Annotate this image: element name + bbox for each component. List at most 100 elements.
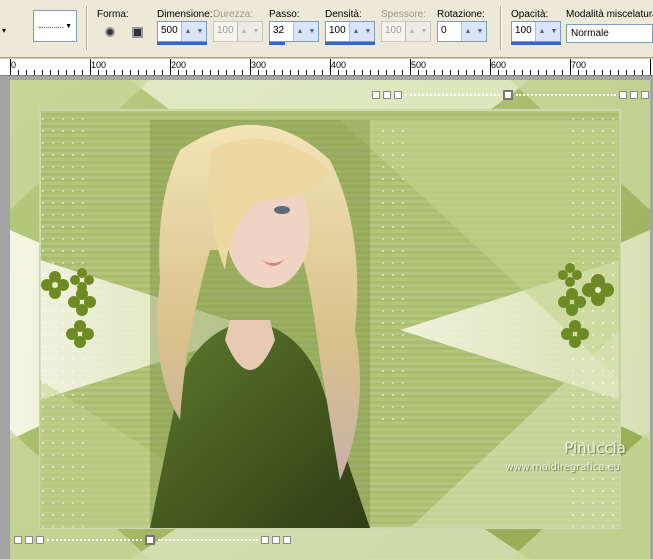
ruler-label: 200 <box>171 60 187 70</box>
deco-dotted-line <box>158 539 258 541</box>
deco-square <box>272 536 280 544</box>
ruler-tick <box>330 59 331 75</box>
ruler-tick <box>522 70 523 75</box>
canvas-workspace[interactable]: Pinuccia www.maidiregrafica.eu <box>0 76 653 559</box>
stepper-arrows-icon[interactable]: ▲ ▼ <box>461 22 486 41</box>
ruler-tick <box>482 70 483 75</box>
hardness-value: 100 <box>217 25 234 36</box>
density-slider-bar[interactable] <box>325 42 375 45</box>
ruler-tick <box>202 70 203 75</box>
rotation-stepper[interactable]: 0 ▲ ▼ <box>437 21 487 42</box>
deco-dotted-line <box>516 94 616 96</box>
ruler-label: 500 <box>411 60 427 70</box>
ruler-tick <box>490 59 491 75</box>
stepper-arrows-icon[interactable]: ▲ ▼ <box>349 22 374 41</box>
ruler-label: 300 <box>251 60 267 70</box>
ruler-tick <box>138 70 139 75</box>
ruler-tick <box>626 70 627 75</box>
ruler-tick <box>506 70 507 75</box>
ruler-tick <box>234 70 235 75</box>
opacity-value: 100 <box>515 25 532 36</box>
rotation-value: 0 <box>441 25 447 36</box>
round-brush-button[interactable] <box>100 23 120 41</box>
step-label: Passo: <box>269 9 300 20</box>
deco-square <box>261 536 269 544</box>
opacity-stepper[interactable]: 100 ▲ ▼ <box>511 21 561 45</box>
brush-preview-line <box>39 27 63 28</box>
size-label: Dimensione: <box>157 9 213 20</box>
toolbar-separator <box>86 6 88 50</box>
ruler-tick <box>578 70 579 75</box>
ruler-tick <box>58 70 59 75</box>
image-canvas[interactable]: Pinuccia www.maidiregrafica.eu <box>10 80 650 559</box>
square-brush-button[interactable] <box>127 23 147 41</box>
stepper-arrows-icon[interactable]: ▲ ▼ <box>535 22 560 41</box>
toolbar-separator <box>500 6 502 50</box>
ruler-tick <box>610 70 611 75</box>
deco-dotted-line <box>405 94 500 96</box>
hardness-label: Durezza: <box>213 9 254 20</box>
deco-square <box>394 91 402 99</box>
watermark-url: www.maidiregrafica.eu <box>505 462 620 473</box>
step-slider-bar[interactable] <box>269 42 285 45</box>
ruler-tick <box>458 70 459 75</box>
deco-square <box>14 536 22 544</box>
thickness-value: 100 <box>385 25 402 36</box>
ruler-tick <box>154 70 155 75</box>
ruler-tick <box>226 70 227 75</box>
hardness-stepper: 100 ▲ ▼ <box>213 21 263 42</box>
opacity-slider-bar[interactable] <box>511 42 561 45</box>
stepper-arrows-icon[interactable]: ▲ ▼ <box>181 22 206 41</box>
ruler-tick <box>90 59 91 75</box>
ruler-tick <box>370 70 371 75</box>
ruler-tick <box>306 70 307 75</box>
deco-square <box>630 91 638 99</box>
ruler-tick <box>74 70 75 75</box>
thickness-label: Spessore: <box>381 9 427 20</box>
ruler-label: 600 <box>491 60 507 70</box>
ruler-tick <box>474 70 475 75</box>
ruler-tick <box>18 70 19 75</box>
deco-square <box>619 91 627 99</box>
tool-options-bar: ▾ ▼ Forma: Dimensione: 500 ▲ ▼ Durezza: 1… <box>0 0 653 58</box>
ruler-label: 100 <box>91 60 107 70</box>
ruler-tick <box>410 59 411 75</box>
ruler-tick <box>82 70 83 75</box>
ruler-tick <box>386 70 387 75</box>
density-label: Densità: <box>325 9 362 20</box>
ruler-tick <box>34 70 35 75</box>
ruler-tick <box>562 70 563 75</box>
ruler-tick <box>274 70 275 75</box>
size-slider-bar[interactable] <box>157 42 207 45</box>
ruler-tick <box>426 70 427 75</box>
thickness-stepper: 100 ▲ ▼ <box>381 21 431 42</box>
ruler-tick <box>362 70 363 75</box>
opacity-label: Opacità: <box>511 9 549 20</box>
ruler-tick <box>354 70 355 75</box>
ruler-tick <box>170 59 171 75</box>
ruler-tick <box>146 70 147 75</box>
density-stepper[interactable]: 100 ▲ ▼ <box>325 21 375 45</box>
ruler-tick <box>186 70 187 75</box>
ruler-tick <box>258 70 259 75</box>
ruler-tick <box>394 70 395 75</box>
step-stepper[interactable]: 32 ▲ ▼ <box>269 21 319 45</box>
deco-dotted-line <box>47 539 142 541</box>
ruler-tick <box>514 70 515 75</box>
top-deco-strip <box>372 90 649 100</box>
ruler-tick <box>66 70 67 75</box>
blend-mode-select[interactable]: Normale <box>566 24 653 43</box>
ruler-tick <box>194 70 195 75</box>
size-stepper[interactable]: 500 ▲ ▼ <box>157 21 207 45</box>
horizontal-ruler[interactable]: 0 100 200 300 400 500 600 700 <box>0 59 653 76</box>
brush-preset-picker[interactable]: ▼ <box>33 10 77 42</box>
ruler-tick <box>498 70 499 75</box>
tool-menu-arrow-icon[interactable]: ▾ <box>2 26 6 35</box>
stepper-arrows-icon: ▲ ▼ <box>405 22 430 41</box>
deco-square <box>283 536 291 544</box>
ruler-tick <box>594 70 595 75</box>
ruler-tick <box>546 70 547 75</box>
stepper-arrows-icon[interactable]: ▲ ▼ <box>293 22 318 41</box>
ruler-tick <box>642 70 643 75</box>
ruler-tick <box>266 70 267 75</box>
